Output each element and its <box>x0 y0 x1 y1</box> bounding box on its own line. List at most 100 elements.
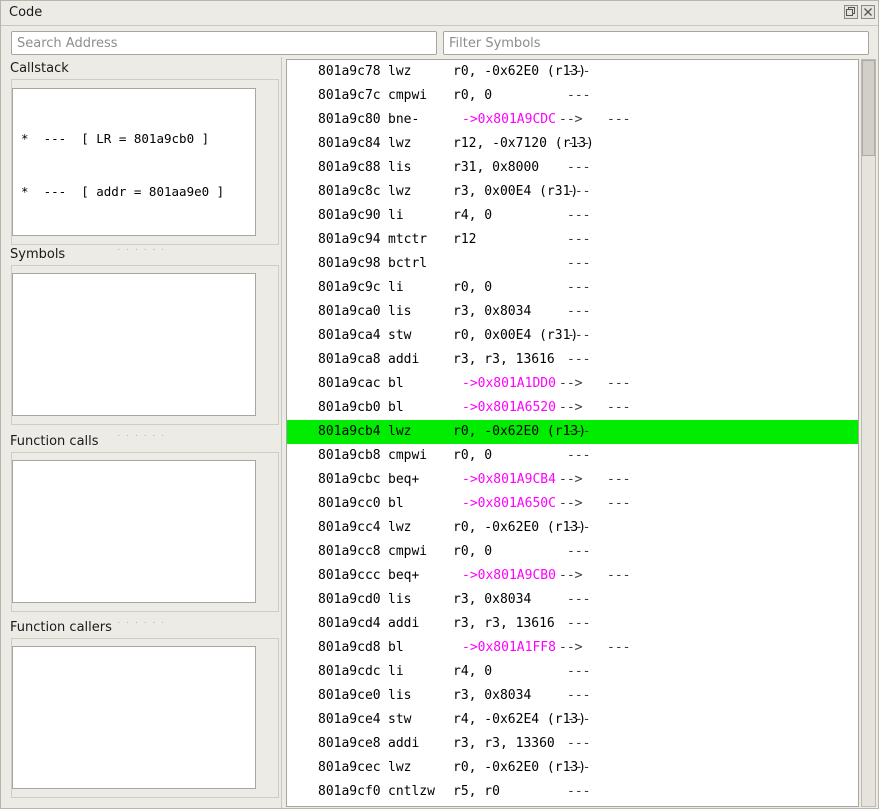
disassembly-row[interactable]: 801a9ca0 lis r3, 0x8034 --- <box>287 300 858 324</box>
disassembly-row[interactable]: 801a9c88 lis r31, 0x8000 --- <box>287 156 858 180</box>
instruction-mnemonic: lwz <box>388 184 412 199</box>
branch-target-link[interactable]: ->0x801A6520 <box>462 396 556 420</box>
instruction-address: 801a9cd8 <box>318 640 381 655</box>
disassembly-row[interactable]: 801a9c80 bne- ->0x801A9CDC --> --- <box>287 108 858 132</box>
instruction-comment: --- <box>567 352 591 367</box>
branch-arrow: --> <box>559 568 583 583</box>
scrollbar-thumb[interactable] <box>862 60 875 156</box>
disassembly-row[interactable]: 801a9cd4 addi r3, r3, 13616 --- <box>287 612 858 636</box>
instruction-mnemonic: lwz <box>388 424 412 439</box>
instruction-mnemonic: cmpwi <box>388 544 428 559</box>
disassembly-row[interactable]: 801a9cb0 bl ->0x801A6520 --> --- <box>287 396 858 420</box>
instruction-mnemonic: addi <box>388 736 420 751</box>
disassembly-row[interactable]: 801a9c78 lwz r0, -0x62E0 (r13) --- <box>287 60 858 84</box>
instruction-address: 801a9c94 <box>318 232 381 247</box>
branch-arrow: --> <box>559 400 583 415</box>
instruction-comment: --- <box>567 688 591 703</box>
restore-button[interactable] <box>844 5 858 19</box>
disassembly-row[interactable]: 801a9cc4 lwz r0, -0x62E0 (r13) --- <box>287 516 858 540</box>
instruction-mnemonic: cmpwi <box>388 88 428 103</box>
instruction-operands: r3, 0x8034 <box>453 304 532 319</box>
disassembly-row[interactable]: 801a9cb8 cmpwi r0, 0 --- <box>287 444 858 468</box>
disassembly-row[interactable]: 801a9cc8 cmpwi r0, 0 --- <box>287 540 858 564</box>
disassembly-row-current[interactable]: 801a9cb4 lwz r0, -0x62E0 (r13) --- <box>287 420 858 444</box>
disassembly-view[interactable]: 801a9c78 lwz r0, -0x62E0 (r13) --- 801a9c7c c… <box>286 59 859 807</box>
instruction-mnemonic: bctrl <box>388 256 428 271</box>
disassembly-row[interactable]: 801a9cec lwz r0, -0x62E0 (r13) --- <box>287 756 858 780</box>
instruction-operands: r4, 0 <box>453 664 493 679</box>
instruction-comment: --- <box>567 136 591 151</box>
disassembly-row[interactable]: 801a9ce8 addi r3, r3, 13360 --- <box>287 732 858 756</box>
instruction-mnemonic: beq+ <box>388 472 420 487</box>
disassembly-row[interactable]: 801a9ce0 lis r3, 0x8034 --- <box>287 684 858 708</box>
instruction-operands: r3, 0x8034 <box>453 592 532 607</box>
disassembly-row[interactable]: 801a9cd8 bl ->0x801A1FF8 --> --- <box>287 636 858 660</box>
branch-target-link[interactable]: ->0x801A1FF8 <box>462 636 556 660</box>
search-address-input[interactable] <box>11 31 437 55</box>
instruction-operands: r3, r3, 13360 <box>453 736 555 751</box>
callstack-label: Callstack <box>10 61 69 76</box>
instruction-comment: --- <box>567 712 591 727</box>
filter-symbols-input[interactable] <box>443 31 869 55</box>
instruction-comment: --- <box>567 184 591 199</box>
disassembly-row[interactable]: 801a9c94 mtctr r12 --- <box>287 228 858 252</box>
disassembly-scrollbar[interactable] <box>861 59 876 807</box>
disassembly-row[interactable]: 801a9c90 li r4, 0 --- <box>287 204 858 228</box>
code-window: Code Callstack * --- [ LR <box>0 0 879 809</box>
list-item[interactable]: * --- [ LR = 801a9cb0 ] <box>21 130 255 148</box>
instruction-address: 801a9cd0 <box>318 592 381 607</box>
disassembly-row[interactable]: 801a9cac bl ->0x801A1DD0 --> --- <box>287 372 858 396</box>
disassembly-row[interactable]: 801a9c8c lwz r3, 0x00E4 (r31) --- <box>287 180 858 204</box>
branch-arrow: --> <box>559 376 583 391</box>
disassembly-row[interactable]: 801a9cbc beq+ ->0x801A9CB4 --> --- <box>287 468 858 492</box>
symbols-label: Symbols <box>10 247 66 262</box>
disassembly-row[interactable]: 801a9ce4 stw r4, -0x62E4 (r13) --- <box>287 708 858 732</box>
disassembly-row[interactable]: 801a9c7c cmpwi r0, 0 --- <box>287 84 858 108</box>
instruction-address: 801a9cf0 <box>318 784 381 799</box>
branch-target-link[interactable]: ->0x801A9CB0 <box>462 564 556 588</box>
function-callers-list[interactable] <box>12 646 256 789</box>
disassembly-row[interactable]: 801a9cdc li r4, 0 --- <box>287 660 858 684</box>
disassembly-row[interactable]: 801a9ca4 stw r0, 0x00E4 (r31) --- <box>287 324 858 348</box>
instruction-address: 801a9cb0 <box>318 400 381 415</box>
branch-target-link[interactable]: ->0x801A1DD0 <box>462 372 556 396</box>
disassembly-row[interactable]: 801a9cc0 bl ->0x801A650C --> --- <box>287 492 858 516</box>
disassembly-panel: 801a9c78 lwz r0, -0x62E0 (r13) --- 801a9c7c c… <box>282 57 878 808</box>
list-item[interactable]: * --- [ addr = 801aa9e0 ] <box>21 183 255 201</box>
instruction-mnemonic: lis <box>388 688 412 703</box>
close-button[interactable] <box>861 5 875 19</box>
branch-arrow: --> <box>559 640 583 655</box>
instruction-mnemonic: lis <box>388 304 412 319</box>
instruction-address: 801a9cbc <box>318 472 381 487</box>
search-toolbar <box>1 29 878 57</box>
instruction-comment: --- <box>567 208 591 223</box>
symbols-list[interactable] <box>12 273 256 416</box>
window-titlebar: Code <box>1 1 878 26</box>
branch-arrow: --> <box>559 112 583 127</box>
instruction-mnemonic: cntlzw <box>388 784 435 799</box>
instruction-mnemonic: li <box>388 664 404 679</box>
instruction-comment: --- <box>607 640 631 655</box>
branch-target-link[interactable]: ->0x801A650C <box>462 492 556 516</box>
instruction-comment: --- <box>567 664 591 679</box>
instruction-comment: --- <box>567 520 591 535</box>
instruction-comment: --- <box>567 616 591 631</box>
disassembly-row[interactable]: 801a9c9c li r0, 0 --- <box>287 276 858 300</box>
function-calls-list[interactable] <box>12 460 256 603</box>
instruction-address: 801a9ccc <box>318 568 381 583</box>
disassembly-row[interactable]: 801a9ccc beq+ ->0x801A9CB0 --> --- <box>287 564 858 588</box>
disassembly-row[interactable]: 801a9cd0 lis r3, 0x8034 --- <box>287 588 858 612</box>
instruction-address: 801a9ce8 <box>318 736 381 751</box>
instruction-comment: --- <box>607 112 631 127</box>
instruction-operands: r3, 0x8034 <box>453 688 532 703</box>
callstack-list[interactable]: * --- [ LR = 801a9cb0 ] * --- [ addr = 8… <box>12 88 256 236</box>
instruction-mnemonic: bne- <box>388 112 420 127</box>
disassembly-row[interactable]: 801a9c98 bctrl --- <box>287 252 858 276</box>
disassembly-row[interactable]: 801a9cf0 cntlzw r5, r0 --- <box>287 780 858 804</box>
instruction-mnemonic: cmpwi <box>388 448 428 463</box>
disassembly-row[interactable]: 801a9ca8 addi r3, r3, 13616 --- <box>287 348 858 372</box>
branch-target-link[interactable]: ->0x801A9CB4 <box>462 468 556 492</box>
branch-target-link[interactable]: ->0x801A9CDC <box>462 108 556 132</box>
instruction-address: 801a9c8c <box>318 184 381 199</box>
disassembly-row[interactable]: 801a9c84 lwz r12, -0x7120 (r13) --- <box>287 132 858 156</box>
